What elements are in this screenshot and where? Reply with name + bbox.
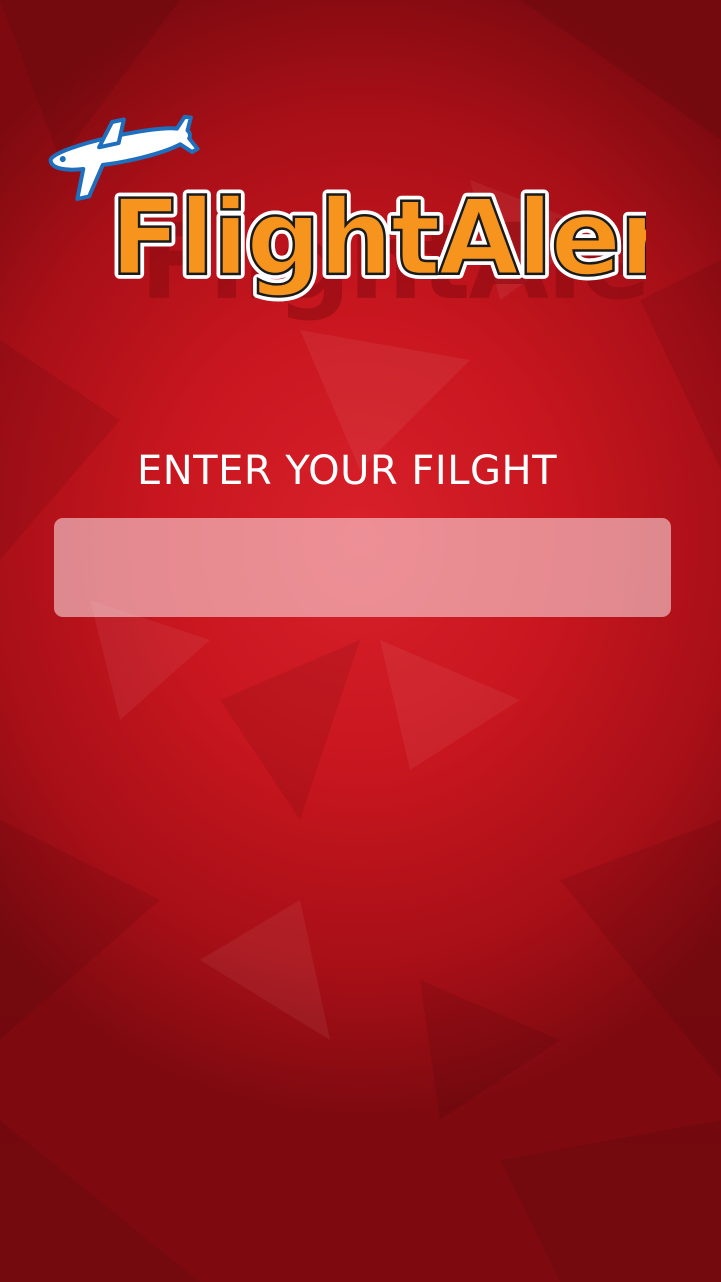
- flight-prompt-label: ENTER YOUR FILGHT: [136, 448, 558, 494]
- flight-number-input[interactable]: [54, 518, 671, 617]
- app-logo: FlightAlert FlightAlert FlightAlert: [36, 112, 646, 322]
- svg-text:FlightAlert: FlightAlert: [110, 177, 646, 299]
